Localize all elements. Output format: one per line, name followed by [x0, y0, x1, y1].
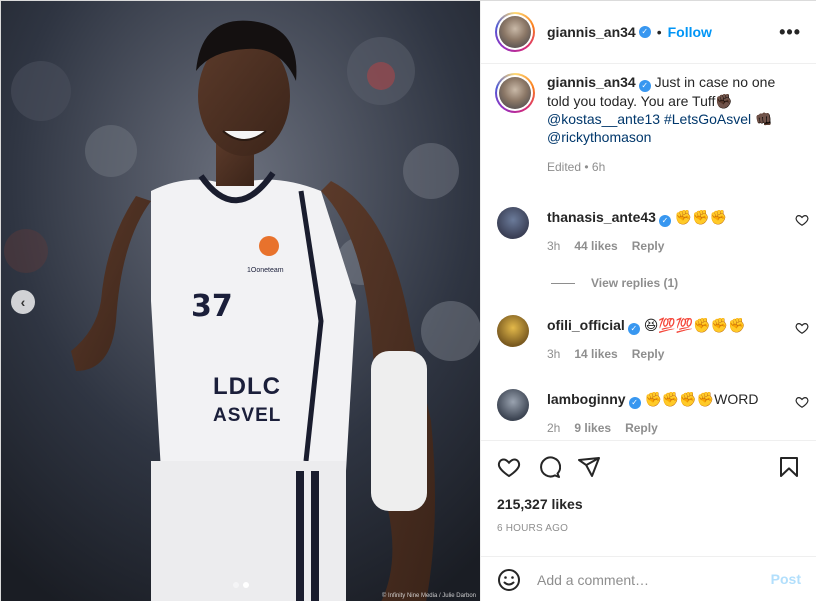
comment-bubble-icon[interactable] — [537, 455, 561, 479]
comment-likes[interactable]: 9 likes — [574, 421, 611, 435]
comment-time[interactable]: 2h — [547, 421, 560, 435]
post-modal: 37 LDLC ASVEL 1Ooneteam ‹ © Infinity Nin… — [0, 0, 816, 601]
post-photo[interactable]: 37 LDLC ASVEL 1Ooneteam ‹ © Infinity Nin… — [1, 1, 480, 601]
comment-text: ✊✊✊ — [674, 209, 728, 225]
comments-list[interactable]: giannis_an34 ✓ Just in case no one told y… — [481, 65, 816, 440]
hashtag-link[interactable]: #LetsGoAsvel — [664, 111, 751, 127]
comment-text: ✊✊✊✊WORD — [644, 391, 759, 407]
jersey-number: 37 — [191, 289, 233, 324]
caption-emoji: 👊🏿 — [755, 111, 773, 127]
avatar[interactable] — [495, 12, 535, 52]
comment-likes[interactable]: 14 likes — [574, 347, 617, 361]
comment-avatar[interactable] — [497, 315, 529, 347]
verified-badge-icon: ✓ — [638, 26, 651, 38]
comment-time[interactable]: 3h — [547, 239, 560, 253]
post-actions: 215,327 likes 6 HOURS AGO Post — [481, 440, 816, 601]
post-time-ago[interactable]: 6 HOURS AGO — [497, 523, 568, 534]
caption-username[interactable]: giannis_an34 — [547, 74, 636, 90]
verified-badge-icon: ✓ — [627, 323, 640, 335]
carousel-prev-button[interactable]: ‹ — [11, 290, 35, 314]
comment-text: 😆💯💯✊✊✊ — [643, 317, 746, 333]
comment-username[interactable]: lamboginny — [547, 391, 626, 407]
comment-like-heart-icon[interactable] — [795, 213, 809, 227]
comment-likes[interactable]: 44 likes — [574, 239, 617, 253]
jersey-brand: 1Ooneteam — [247, 267, 284, 274]
save-bookmark-icon[interactable] — [777, 455, 801, 479]
emoji-icon[interactable] — [497, 568, 521, 592]
post-header: giannis_an34 ✓ • Follow ••• — [481, 1, 816, 64]
player-photo-illustration — [1, 1, 480, 601]
share-send-icon[interactable] — [577, 455, 601, 479]
reply-button[interactable]: Reply — [632, 347, 665, 361]
add-comment-bar: Post — [481, 556, 816, 601]
comment-username[interactable]: ofili_official — [547, 317, 625, 333]
photo-credit: © Infinity Nine Media / Julie Darbon — [381, 593, 476, 599]
header-separator: • — [656, 24, 662, 40]
jersey-sponsor-line2: ASVEL — [213, 405, 282, 426]
likes-count[interactable]: 215,327 likes — [497, 496, 583, 512]
view-replies-button[interactable]: View replies (1) — [551, 276, 678, 290]
caption-edited-meta: Edited • 6h — [547, 160, 606, 174]
comment-avatar[interactable] — [497, 207, 529, 239]
carousel-dot-active — [243, 582, 249, 588]
reply-button[interactable]: Reply — [632, 239, 665, 253]
reply-button[interactable]: Reply — [625, 421, 658, 435]
comment-like-heart-icon[interactable] — [795, 395, 809, 409]
like-heart-icon[interactable] — [497, 455, 521, 479]
verified-badge-icon: ✓ — [658, 215, 671, 227]
comment-like-heart-icon[interactable] — [795, 321, 809, 335]
header-username[interactable]: giannis_an34 — [547, 24, 636, 40]
post-caption: giannis_an34 ✓ Just in case no one told y… — [495, 73, 805, 176]
mention-link[interactable]: @rickythomason — [547, 129, 651, 145]
chevron-left-icon: ‹ — [20, 293, 26, 310]
post-side-panel: giannis_an34 ✓ • Follow ••• giannis_an34… — [480, 1, 816, 601]
verified-badge-icon: ✓ — [628, 397, 641, 409]
carousel-indicator — [233, 582, 249, 588]
follow-button[interactable]: Follow — [668, 24, 712, 40]
jersey-sponsor-line1: LDLC — [213, 373, 281, 400]
caption-avatar[interactable] — [495, 73, 535, 113]
comment-time[interactable]: 3h — [547, 347, 560, 361]
post-comment-button[interactable]: Post — [771, 571, 801, 587]
comment-avatar[interactable] — [497, 389, 529, 421]
mention-link[interactable]: @kostas__ante13 — [547, 111, 660, 127]
carousel-dot — [233, 582, 239, 588]
comment-input[interactable] — [537, 569, 757, 591]
verified-badge-icon: ✓ — [638, 80, 651, 92]
more-options-icon[interactable]: ••• — [779, 23, 801, 41]
comment-username[interactable]: thanasis_ante43 — [547, 209, 656, 225]
